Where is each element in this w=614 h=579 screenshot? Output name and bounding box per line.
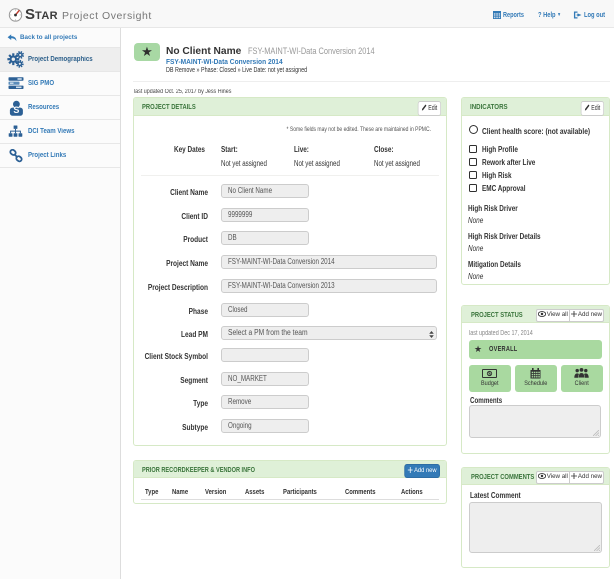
- svg-text:$: $: [488, 371, 491, 377]
- svg-text:S: S: [13, 105, 19, 115]
